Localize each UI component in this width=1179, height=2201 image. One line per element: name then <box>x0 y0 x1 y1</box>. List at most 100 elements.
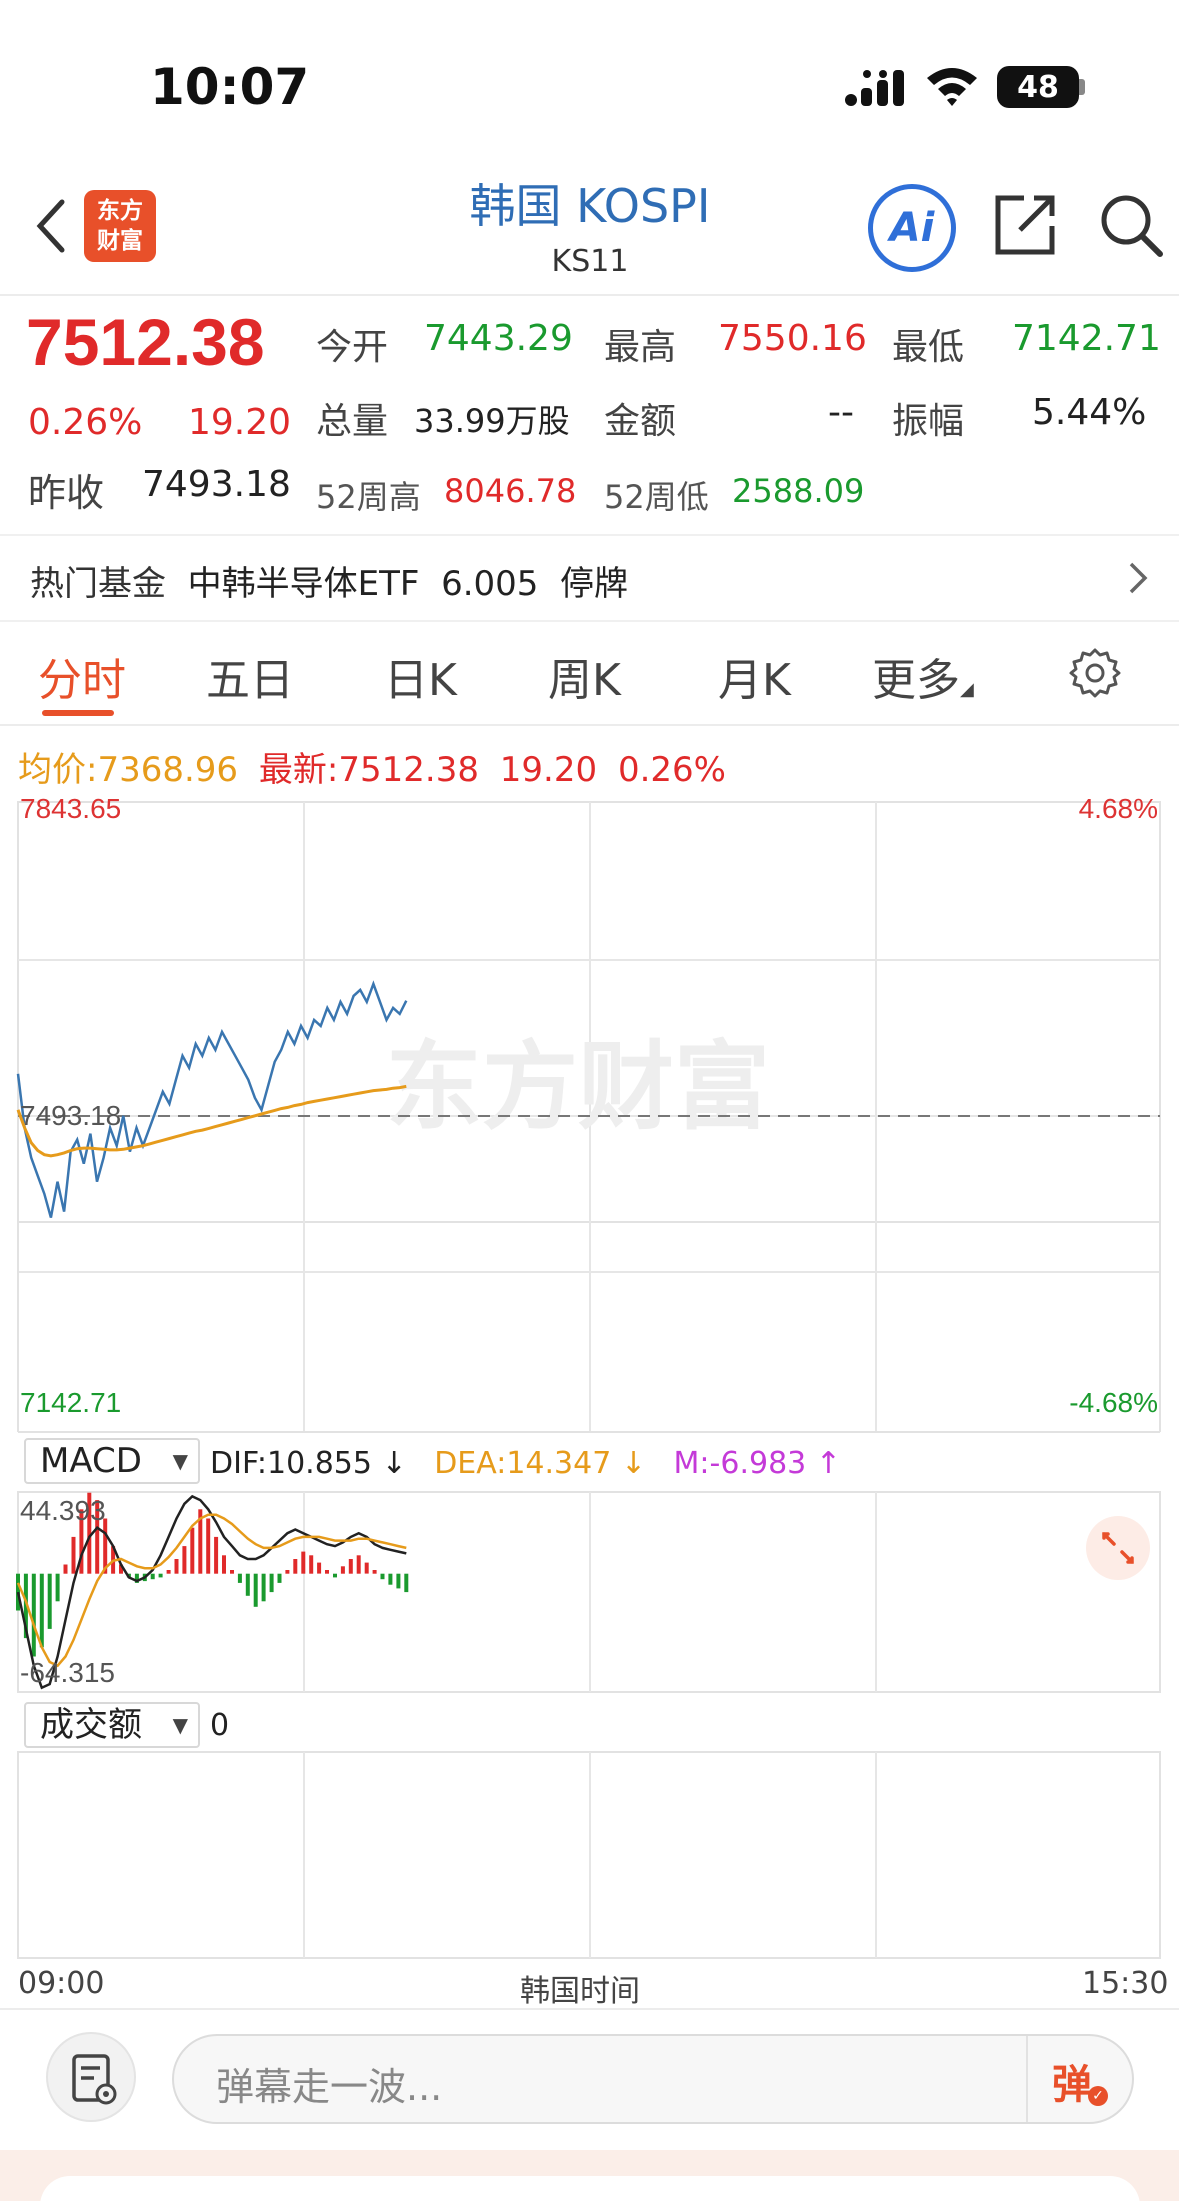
fund-name: 中韩半导体ETF <box>187 564 420 604</box>
macd-histogram-bar <box>380 1573 385 1580</box>
wifi-icon <box>927 68 977 106</box>
bottom-banner-card <box>40 2176 1140 2201</box>
macd-histogram-bar <box>214 1536 219 1574</box>
macd-histogram-bar <box>158 1573 163 1578</box>
macd-histogram-bar <box>47 1573 52 1629</box>
macd-histogram-bar <box>325 1570 329 1574</box>
search-icon[interactable] <box>1096 190 1166 260</box>
macd-histogram-bar <box>206 1518 211 1574</box>
y-ref-label: 7493.18 <box>20 1100 121 1131</box>
danmu-separator <box>1026 2036 1028 2122</box>
caret-down-icon: ▼ <box>172 1449 188 1473</box>
high-value: 7550.16 <box>718 318 867 359</box>
check-icon: ✓ <box>1088 2086 1108 2106</box>
macd-histogram-bar <box>245 1573 250 1596</box>
macd-histogram-bar <box>372 1570 377 1574</box>
tab-daily-k[interactable]: 日K <box>384 644 457 708</box>
ai-button[interactable]: Ai <box>868 184 956 272</box>
macd-histogram-bar <box>356 1555 361 1574</box>
prev-close-label: 昨收 <box>28 471 105 515</box>
macd-histogram-bar <box>150 1573 155 1580</box>
dif-label: DIF:10.855 ↓ <box>210 1446 407 1481</box>
macd-indicator-select[interactable]: MACD ▼ <box>24 1438 200 1484</box>
tab-monthly-k[interactable]: 月K <box>718 644 791 708</box>
high52-label: 52周高 <box>316 478 421 516</box>
hot-fund-row[interactable]: 热门基金 中韩半导体ETF 6.005 停牌 <box>30 556 628 605</box>
macd-histogram-bar <box>309 1555 314 1574</box>
battery-tip <box>1079 79 1085 95</box>
time-zone-label: 韩国时间 <box>520 1974 640 2009</box>
expand-icon[interactable] <box>1086 1516 1150 1580</box>
amplitude-value: 5.44% <box>1032 392 1147 433</box>
signal-icon <box>845 70 904 106</box>
gear-icon[interactable] <box>1068 646 1122 700</box>
macd-histogram-bar <box>166 1570 171 1574</box>
macd-grid <box>17 1491 1161 1693</box>
avg-label: 均价: <box>18 750 98 790</box>
macd-histogram-bar <box>396 1573 401 1589</box>
open-label: 今开 <box>316 327 389 368</box>
macd-histogram-bar <box>269 1573 274 1593</box>
caret-down-icon: ▼ <box>172 1713 188 1737</box>
macd-histogram-bar <box>31 1573 36 1657</box>
amount-value: -- <box>828 392 854 433</box>
low52-label: 52周低 <box>604 478 709 516</box>
tab-weekly-k[interactable]: 周K <box>548 644 621 708</box>
fund-label: 热门基金 <box>30 564 166 604</box>
low52-value: 2588.09 <box>732 472 865 510</box>
back-icon[interactable] <box>30 196 80 256</box>
tab-more[interactable]: 更多◢ <box>872 644 974 708</box>
volume-label: 总量 <box>316 401 389 442</box>
note-button[interactable] <box>46 2032 136 2122</box>
high-label: 最高 <box>604 327 677 368</box>
amplitude-label: 振幅 <box>892 401 965 442</box>
macd-max-label: 44.393 <box>20 1495 106 1526</box>
macd-histogram-bar <box>182 1546 187 1574</box>
tabs-divider <box>0 724 1179 726</box>
macd-histogram-bar <box>222 1555 226 1574</box>
latest-label: 最新: <box>258 750 339 790</box>
macd-histogram-bar <box>71 1536 76 1574</box>
latest-value: 7512.38 <box>338 750 479 790</box>
time-start-label: 09:00 <box>18 1966 105 2001</box>
change-percent: 0.26% <box>28 402 143 443</box>
watermark: 东方财富 <box>386 1031 770 1143</box>
macd-histogram-bar <box>55 1573 60 1602</box>
header-divider <box>0 294 1179 296</box>
macd-histogram-bar <box>174 1559 179 1574</box>
tab-five-day[interactable]: 五日 <box>206 644 294 708</box>
logo-line2: 财富 <box>97 228 143 254</box>
vol-select-label: 成交额 <box>40 1705 142 1745</box>
macd-min-label: -64.315 <box>20 1657 115 1688</box>
note-icon <box>72 2054 117 2105</box>
tab-intraday[interactable]: 分时 <box>38 644 126 708</box>
fund-divider <box>0 534 1179 536</box>
macd-histogram-bar <box>348 1559 353 1574</box>
volume-amount-value: 0 <box>210 1708 230 1743</box>
low-value: 7142.71 <box>1012 318 1161 359</box>
change-amount: 19.20 <box>188 402 292 443</box>
page-title: 韩国 KOSPI <box>469 179 711 233</box>
open-value: 7443.29 <box>424 318 573 359</box>
tab-more-label: 更多 <box>872 655 960 706</box>
macd-select-label: MACD <box>40 1441 142 1481</box>
danmu-button[interactable]: 弹 <box>1052 2052 1092 2110</box>
macd-legend: DIF:10.855 ↓ DEA:14.347 ↓ M:-6.983 ↑ <box>210 1446 859 1481</box>
macd-histogram-bar <box>364 1562 369 1574</box>
share-icon[interactable] <box>990 190 1060 260</box>
macd-histogram-bar <box>285 1570 290 1574</box>
latest-pct: 0.26% <box>617 750 726 790</box>
y-max-label: 7843.65 <box>20 793 121 824</box>
volume-value: 33.99万股 <box>414 402 570 440</box>
intraday-info-line: 均价:7368.96 最新:7512.38 19.20 0.26% <box>18 742 736 791</box>
app-logo: 东方 财富 <box>84 190 156 262</box>
chevron-right-icon[interactable] <box>1126 560 1150 596</box>
high52-value: 8046.78 <box>444 472 577 510</box>
battery-icon: 48 <box>997 66 1079 108</box>
macd-histogram-bar <box>340 1566 345 1574</box>
fund-divider <box>0 620 1179 622</box>
volume-indicator-select[interactable]: 成交额 ▼ <box>24 1702 200 1748</box>
status-time: 10:07 <box>150 58 310 116</box>
fund-price: 6.005 <box>441 564 539 604</box>
comment-placeholder: 弹幕走一波... <box>216 2065 443 2109</box>
